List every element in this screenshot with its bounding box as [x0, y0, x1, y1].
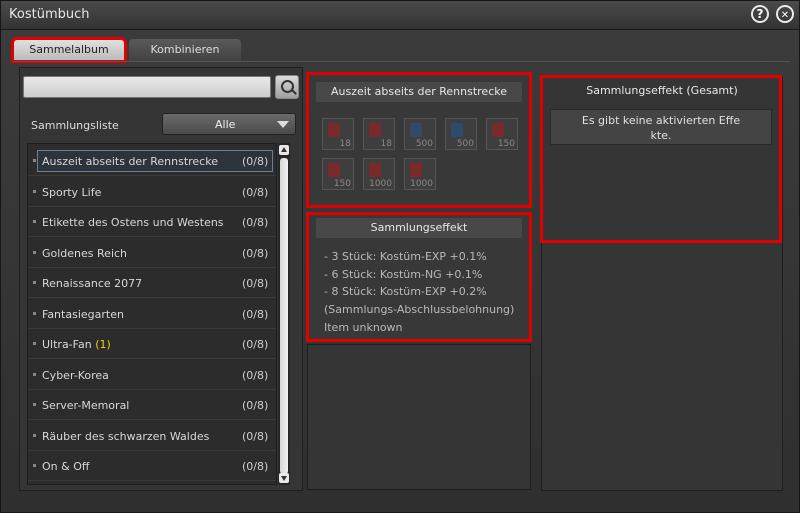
filter-dropdown[interactable]: Alle: [162, 113, 296, 135]
slot-count: 150: [333, 179, 351, 189]
effect-line: (Sammlungs-Abschlussbelohnung): [324, 303, 515, 316]
list-scrollbar[interactable]: [278, 143, 290, 485]
slot-count: 150: [497, 139, 515, 149]
list-item-count: (0/8): [242, 308, 269, 321]
list-item-name: Etikette des Ostens und Westens: [42, 216, 224, 229]
collection-title: Auszeit abseits der Rennstrecke: [316, 82, 522, 102]
slot-count: 500: [415, 139, 433, 149]
collection-items-panel: Auszeit abseits der Rennstrecke 18 18 50…: [306, 72, 532, 208]
close-button[interactable]: ✕: [776, 5, 794, 23]
list-item-count: (0/8): [242, 430, 269, 443]
list-item-count: (0/8): [242, 277, 269, 290]
list-item-count: (0/8): [242, 216, 269, 229]
chevron-down-icon: [277, 121, 289, 128]
costume-icon: [492, 123, 504, 137]
costume-slot[interactable]: 150: [322, 158, 354, 190]
costume-icon: [410, 123, 422, 137]
effect-line: - 8 Stück: Kostüm-EXP +0.2%: [324, 285, 487, 298]
title-bar: Kostümbuch ? ✕: [1, 1, 799, 30]
search-button[interactable]: [275, 75, 299, 99]
collection-effect-title: Sammlungseffekt: [316, 218, 522, 238]
help-icon: ?: [756, 7, 764, 21]
list-item-name: Server-Memoral: [42, 399, 130, 412]
costume-slot[interactable]: 18: [363, 118, 395, 150]
list-item-name: Auszeit abseits der Rennstrecke: [42, 155, 218, 168]
list-item-count: (0/8): [242, 338, 269, 351]
collection-list-label: Sammlungsliste: [31, 119, 119, 132]
list-item-name: Renaissance 2077: [42, 277, 143, 290]
costume-slot[interactable]: 150: [486, 118, 518, 150]
list-item-name: Fantasiegarten: [42, 308, 124, 321]
list-item-count: (0/8): [242, 155, 269, 168]
costume-icon: [369, 163, 381, 177]
list-item-count: (0/8): [242, 186, 269, 199]
tab-sammelalbum[interactable]: Sammelalbum: [11, 37, 127, 63]
effect-line: - 3 Stück: Kostüm-EXP +0.1%: [324, 250, 487, 263]
list-item-name: Sporty Life: [42, 186, 102, 199]
list-item-name: Goldenes Reich: [42, 247, 128, 260]
scroll-thumb[interactable]: [280, 158, 288, 474]
scroll-down-button[interactable]: [279, 473, 289, 483]
tab-kombinieren[interactable]: Kombinieren: [129, 39, 241, 61]
costume-slot[interactable]: 500: [404, 118, 436, 150]
window-title: Kostümbuch: [9, 7, 90, 22]
middle-empty-panel: [307, 344, 531, 490]
slot-count: 1000: [410, 179, 433, 189]
list-item[interactable]: Etikette des Ostens und Westens (0/8): [28, 207, 276, 237]
costume-slot[interactable]: 500: [445, 118, 477, 150]
list-item-count: (0/8): [242, 369, 269, 382]
list-item[interactable]: On & Off (0/8): [28, 451, 276, 481]
effect-line: - 6 Stück: Kostüm-NG +0.1%: [324, 268, 483, 281]
list-item[interactable]: Server-Memoral (0/8): [28, 390, 276, 420]
list-item-name: Ultra-Fan (1): [42, 338, 111, 351]
costume-icon: [369, 123, 381, 137]
close-icon: ✕: [780, 10, 790, 21]
list-item[interactable]: Goldenes Reich (0/8): [28, 238, 276, 268]
list-item[interactable]: Renaissance 2077 (0/8): [28, 268, 276, 298]
costume-icon: [451, 123, 463, 137]
costume-slot[interactable]: 1000: [363, 158, 395, 190]
list-item[interactable]: Sporty Life (0/8): [28, 177, 276, 207]
search-input[interactable]: [23, 76, 271, 98]
list-item[interactable]: Auszeit abseits der Rennstrecke (0/8): [28, 146, 276, 176]
slot-count: 18: [339, 139, 351, 149]
costume-slot[interactable]: 18: [322, 118, 354, 150]
slot-count: 500: [456, 139, 474, 149]
slot-count: 1000: [369, 179, 392, 189]
list-item-name: On & Off: [42, 460, 90, 473]
tab-divider: [13, 61, 789, 62]
list-item[interactable]: Ultra-Fan (1) (0/8): [28, 329, 276, 359]
highlight-box: [540, 75, 782, 243]
effect-line: Item unknown: [324, 321, 403, 334]
help-button[interactable]: ?: [751, 5, 769, 23]
list-item-count: (0/8): [242, 399, 269, 412]
list-item-count: (0/8): [242, 460, 269, 473]
slot-count: 18: [380, 139, 392, 149]
filter-value: Alle: [215, 118, 236, 131]
costume-icon: [328, 123, 340, 137]
list-item-name: Cyber-Korea: [42, 369, 109, 382]
costume-book-window: Kostümbuch ? ✕ Sammelalbum Kombinieren S…: [0, 0, 800, 513]
list-item-name: Räuber des schwarzen Waldes: [42, 430, 210, 443]
costume-slot[interactable]: 1000: [404, 158, 436, 190]
list-item-count: (0/8): [242, 247, 269, 260]
list-item[interactable]: Cyber-Korea (0/8): [28, 360, 276, 390]
list-item[interactable]: Fantasiegarten (0/8): [28, 299, 276, 329]
costume-icon: [328, 163, 340, 177]
list-item-badge: (1): [95, 338, 111, 351]
scroll-up-button[interactable]: [279, 145, 289, 155]
costume-icon: [410, 163, 422, 177]
list-item[interactable]: Räuber des schwarzen Waldes (0/8): [28, 421, 276, 451]
collection-effect-panel: Sammlungseffekt - 3 Stück: Kostüm-EXP +0…: [306, 212, 532, 342]
collection-list: Auszeit abseits der Rennstrecke (0/8) Spo…: [27, 143, 277, 485]
